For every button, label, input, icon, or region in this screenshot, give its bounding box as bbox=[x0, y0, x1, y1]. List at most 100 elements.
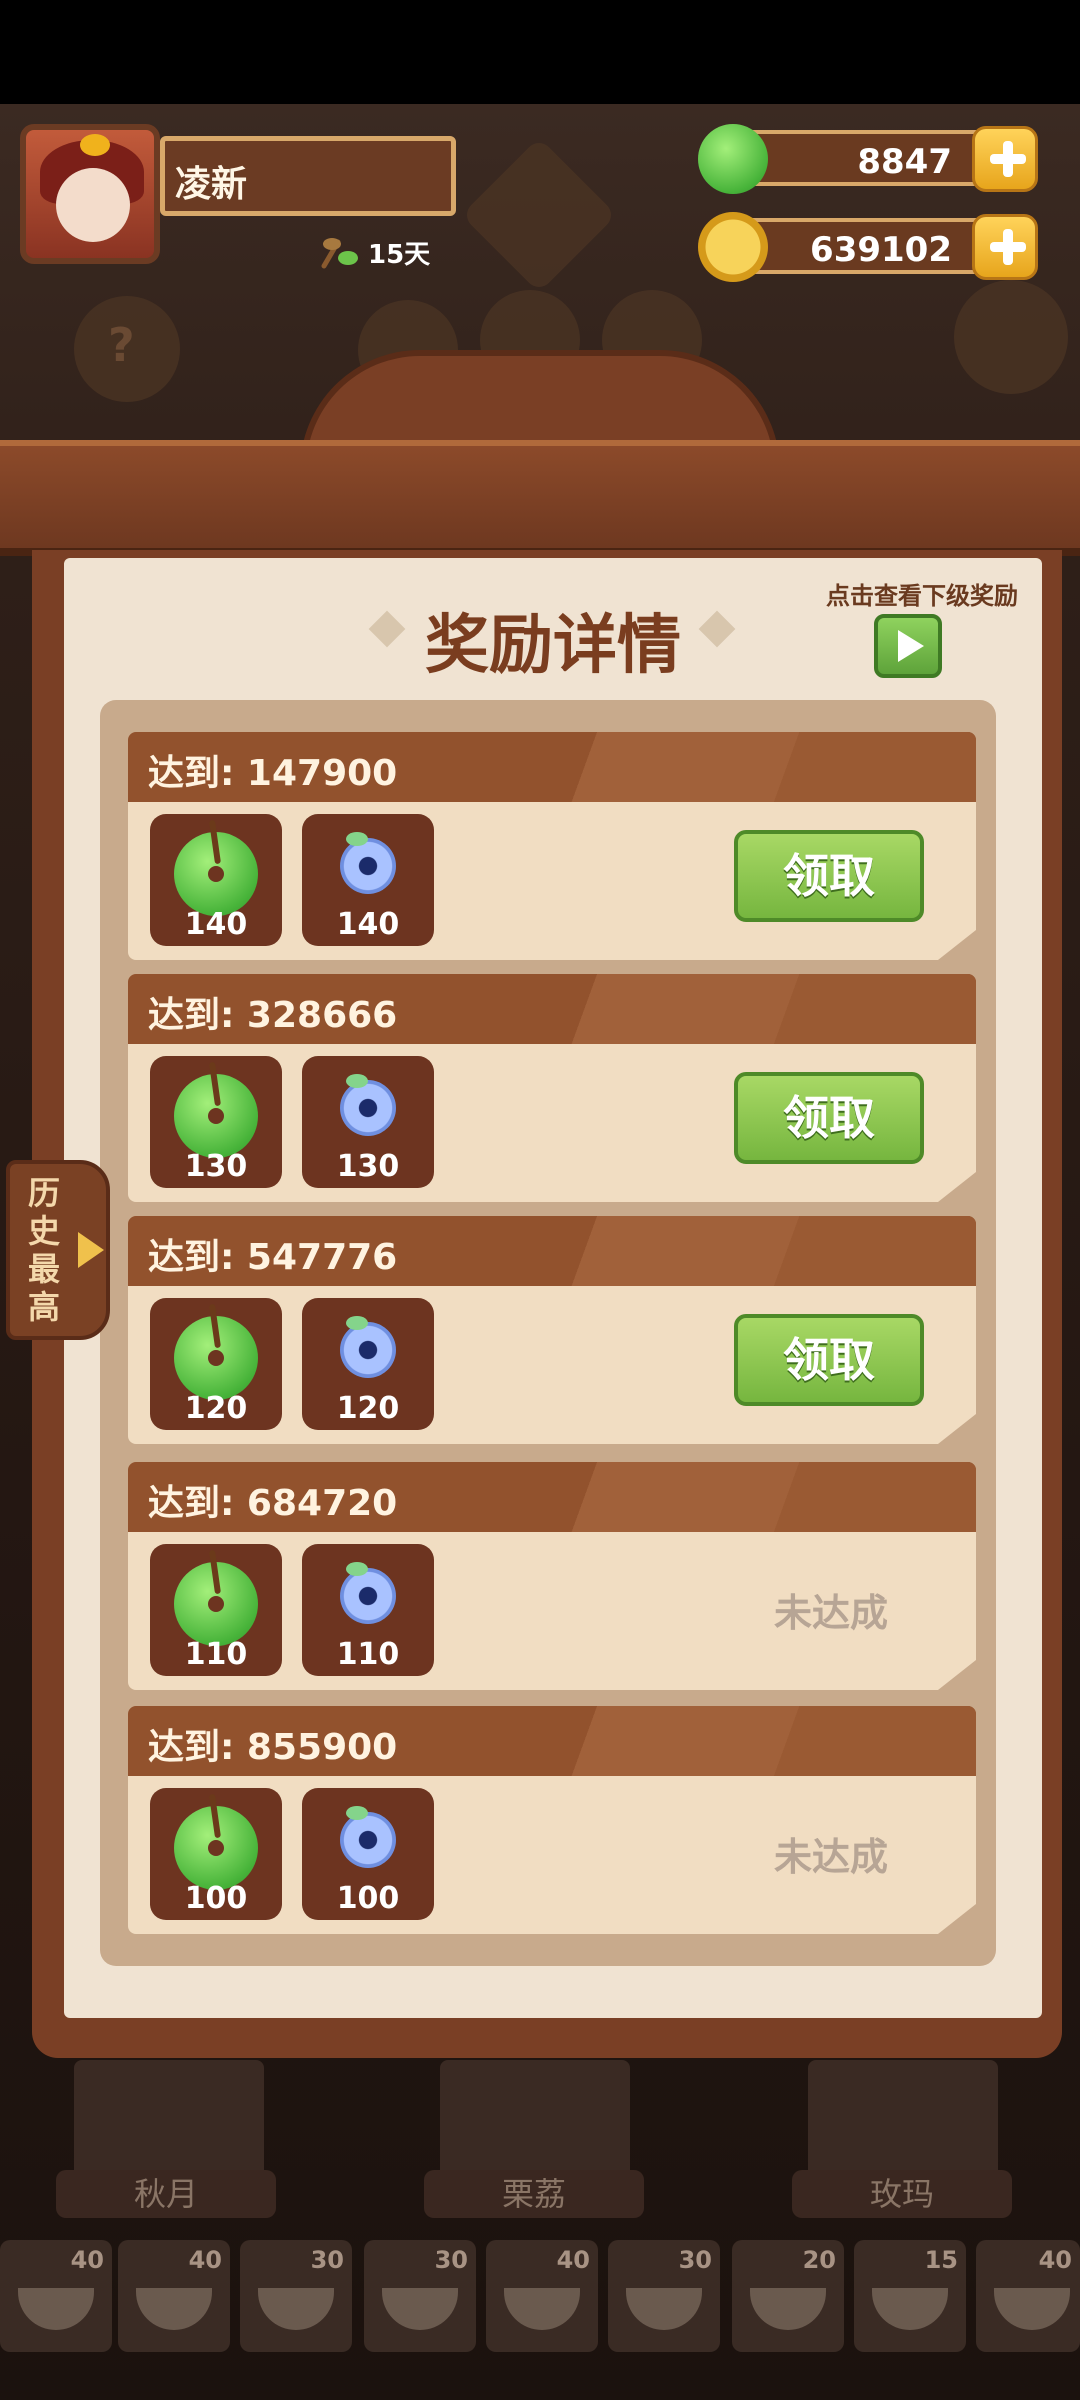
claim-button[interactable]: 领取 bbox=[734, 1072, 924, 1164]
gem-quantity: 120 bbox=[336, 1391, 400, 1426]
gem-reward-item[interactable]: 140 bbox=[302, 814, 434, 946]
reward-row: 达到: 328666 130 130 领取 bbox=[128, 974, 976, 1202]
reward-header: 达到: 684720 bbox=[128, 1462, 976, 1532]
jade-quantity: 100 bbox=[184, 1881, 248, 1916]
help-icon: ? bbox=[108, 318, 135, 372]
character-name: 栗荔 bbox=[424, 2170, 644, 2218]
player-avatar[interactable] bbox=[20, 124, 160, 264]
days-counter: 15天 bbox=[318, 232, 430, 272]
gem-reward-item[interactable]: 120 bbox=[302, 1298, 434, 1430]
reward-body: 110 110 未达成 bbox=[128, 1532, 976, 1690]
bowl-icon bbox=[18, 2288, 94, 2330]
gem-quantity: 140 bbox=[336, 907, 400, 942]
history-best-tab[interactable]: 历史最高 bbox=[6, 1160, 110, 1340]
jade-quantity: 120 bbox=[184, 1391, 248, 1426]
gem-reward-item[interactable]: 100 bbox=[302, 1788, 434, 1920]
exit-button[interactable] bbox=[954, 280, 1068, 394]
dish-count: 40 bbox=[1038, 2246, 1072, 2274]
dish-count: 40 bbox=[70, 2246, 104, 2274]
coin-icon bbox=[698, 212, 768, 282]
dish-count: 15 bbox=[924, 2246, 958, 2274]
next-level-button[interactable] bbox=[874, 614, 942, 678]
reward-body: 140 140 领取 bbox=[128, 802, 976, 960]
dish-count: 30 bbox=[434, 2246, 468, 2274]
arrow-right-icon bbox=[78, 1232, 104, 1268]
coin-currency: 639102 bbox=[698, 212, 1038, 282]
coin-amount: 639102 bbox=[810, 230, 952, 270]
claim-button[interactable]: 领取 bbox=[734, 1314, 924, 1406]
reward-header: 达到: 328666 bbox=[128, 974, 976, 1044]
jade-icon bbox=[698, 124, 768, 194]
reward-row: 达到: 147900 140 140 领取 bbox=[128, 732, 976, 960]
reward-threshold: 达到: 328666 bbox=[148, 995, 398, 1036]
avatar-face bbox=[56, 168, 130, 242]
jade-quantity: 140 bbox=[184, 907, 248, 942]
gem-quantity: 130 bbox=[336, 1149, 400, 1184]
dish-slot[interactable]: 30 bbox=[608, 2240, 720, 2352]
dish-slot[interactable]: 40 bbox=[118, 2240, 230, 2352]
gem-reward-item[interactable]: 110 bbox=[302, 1544, 434, 1676]
not-achieved-label: 未达成 bbox=[773, 1835, 888, 1879]
reward-threshold: 达到: 547776 bbox=[148, 1237, 398, 1278]
bowl-icon bbox=[136, 2288, 212, 2330]
days-text: 15天 bbox=[368, 239, 431, 270]
reward-row: 达到: 684720 110 110 未达成 bbox=[128, 1462, 976, 1690]
jade-reward-item[interactable]: 130 bbox=[150, 1056, 282, 1188]
dish-slot[interactable]: 15 bbox=[854, 2240, 966, 2352]
character-card[interactable] bbox=[440, 2060, 630, 2180]
dish-slot[interactable]: 40 bbox=[976, 2240, 1080, 2352]
character-name: 秋月 bbox=[56, 2170, 276, 2218]
jade-quantity: 130 bbox=[184, 1149, 248, 1184]
reward-body: 120 120 领取 bbox=[128, 1286, 976, 1444]
add-jade-button[interactable] bbox=[972, 126, 1038, 192]
jade-quantity: 110 bbox=[184, 1637, 248, 1672]
reward-body: 100 100 未达成 bbox=[128, 1776, 976, 1934]
claim-button[interactable]: 领取 bbox=[734, 830, 924, 922]
player-name: 凌新 bbox=[175, 164, 248, 205]
jade-currency: 8847 bbox=[698, 124, 1038, 194]
dish-count: 40 bbox=[188, 2246, 222, 2274]
bowl-icon bbox=[258, 2288, 334, 2330]
dish-count: 40 bbox=[556, 2246, 590, 2274]
sprout-icon bbox=[321, 238, 358, 269]
jade-reward-item[interactable]: 110 bbox=[150, 1544, 282, 1676]
status-bar bbox=[0, 0, 1080, 104]
not-achieved-label: 未达成 bbox=[773, 1591, 888, 1635]
reward-header: 达到: 147900 bbox=[128, 732, 976, 802]
bowl-icon bbox=[504, 2288, 580, 2330]
jade-reward-item[interactable]: 100 bbox=[150, 1788, 282, 1920]
reward-row: 达到: 855900 100 100 未达成 bbox=[128, 1706, 976, 1934]
bowl-icon bbox=[626, 2288, 702, 2330]
character-card[interactable] bbox=[74, 2060, 264, 2180]
dish-count: 30 bbox=[310, 2246, 344, 2274]
add-coin-button[interactable] bbox=[972, 214, 1038, 280]
jade-reward-item[interactable]: 120 bbox=[150, 1298, 282, 1430]
reward-header: 达到: 547776 bbox=[128, 1216, 976, 1286]
gem-icon bbox=[340, 1074, 396, 1136]
bowl-icon bbox=[994, 2288, 1070, 2330]
reward-threshold: 达到: 147900 bbox=[148, 753, 398, 794]
avatar-crown bbox=[80, 134, 110, 156]
gem-quantity: 100 bbox=[336, 1881, 400, 1916]
gem-quantity: 110 bbox=[336, 1637, 400, 1672]
bowl-icon bbox=[872, 2288, 948, 2330]
jade-reward-item[interactable]: 140 bbox=[150, 814, 282, 946]
history-best-label: 历史最高 bbox=[28, 1174, 61, 1326]
dish-slot[interactable]: 40 bbox=[0, 2240, 112, 2352]
dish-slot[interactable]: 30 bbox=[240, 2240, 352, 2352]
next-level-hint: 点击查看下级奖励 bbox=[826, 582, 1018, 610]
gem-icon bbox=[340, 1806, 396, 1868]
dish-slot[interactable]: 20 bbox=[732, 2240, 844, 2352]
character-card[interactable] bbox=[808, 2060, 998, 2180]
gem-icon bbox=[340, 1562, 396, 1624]
player-name-box: 凌新 bbox=[160, 136, 456, 216]
frame-beam bbox=[0, 440, 1080, 556]
gem-reward-item[interactable]: 130 bbox=[302, 1056, 434, 1188]
bowl-icon bbox=[382, 2288, 458, 2330]
reward-threshold: 达到: 855900 bbox=[148, 1727, 398, 1768]
dish-count: 30 bbox=[678, 2246, 712, 2274]
character-name: 玫玛 bbox=[792, 2170, 1012, 2218]
reward-row: 达到: 547776 120 120 领取 bbox=[128, 1216, 976, 1444]
dish-slot[interactable]: 40 bbox=[486, 2240, 598, 2352]
dish-slot[interactable]: 30 bbox=[364, 2240, 476, 2352]
